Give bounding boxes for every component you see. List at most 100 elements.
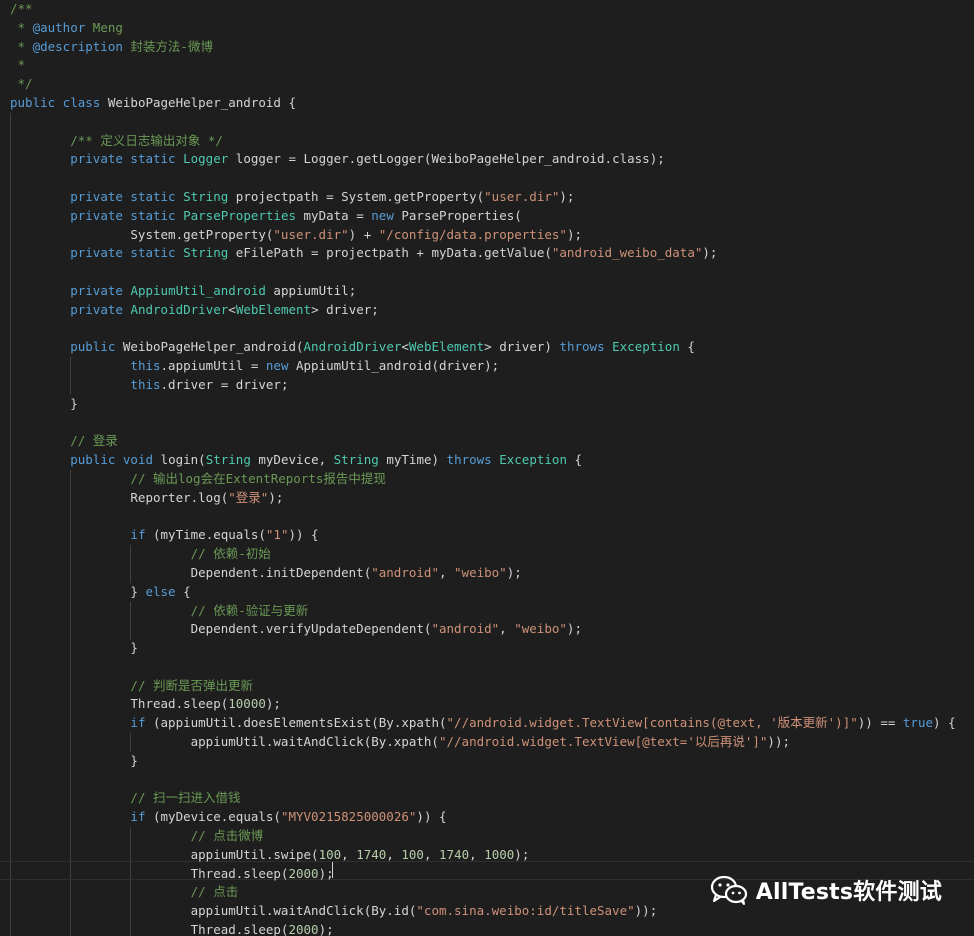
code-line[interactable] bbox=[10, 658, 974, 677]
code-line[interactable]: Thread.sleep(2000); bbox=[10, 921, 974, 936]
code-token: public bbox=[70, 339, 116, 355]
code-token: ); bbox=[559, 188, 575, 204]
code-line[interactable]: } bbox=[10, 752, 974, 771]
code-token: , bbox=[499, 621, 515, 637]
code-line[interactable]: if (appiumUtil.doesElementsExist(By.xpat… bbox=[10, 714, 974, 733]
code-line[interactable]: // 登录 bbox=[10, 432, 974, 451]
code-line[interactable]: if (myDevice.equals("MYV0215825000026"))… bbox=[10, 808, 974, 827]
code-token: throws bbox=[559, 339, 605, 355]
watermark-text: AllTests软件测试 bbox=[755, 880, 942, 905]
code-line[interactable]: this.driver = driver; bbox=[10, 376, 974, 395]
code-line[interactable]: // 判断是否弹出更新 bbox=[10, 677, 974, 696]
code-line[interactable]: public WeiboPageHelper_android(AndroidDr… bbox=[10, 338, 974, 357]
code-line[interactable]: Thread.sleep(10000); bbox=[10, 695, 974, 714]
code-line[interactable]: * @description 封装方法-微博 bbox=[10, 38, 974, 57]
code-token: "/config/data.properties" bbox=[378, 226, 567, 242]
code-token: "user.dir" bbox=[484, 188, 560, 204]
text-cursor bbox=[332, 862, 333, 878]
code-token: 1740 bbox=[439, 846, 470, 862]
code-line[interactable]: } else { bbox=[10, 583, 974, 602]
code-line[interactable] bbox=[10, 320, 974, 339]
code-line[interactable] bbox=[10, 263, 974, 282]
code-token: if bbox=[130, 527, 146, 543]
code-line[interactable]: // 点击微博 bbox=[10, 827, 974, 846]
code-token: "//android.widget.TextView[contains(@tex… bbox=[446, 715, 858, 731]
code-line[interactable]: } bbox=[10, 639, 974, 658]
code-line[interactable] bbox=[10, 771, 974, 790]
code-line[interactable]: // 依赖-验证与更新 bbox=[10, 602, 974, 621]
code-token: private static bbox=[70, 207, 176, 223]
code-line[interactable]: /** bbox=[10, 0, 974, 19]
code-token: ); bbox=[506, 564, 522, 580]
code-token: * bbox=[10, 19, 33, 35]
code-token: )) { bbox=[416, 809, 447, 825]
code-token: Logger bbox=[183, 151, 229, 167]
code-line[interactable]: private static Logger logger = Logger.ge… bbox=[10, 150, 974, 169]
code-token: 100 bbox=[318, 846, 342, 862]
code-token: private static bbox=[70, 188, 176, 204]
code-line[interactable]: * bbox=[10, 56, 974, 75]
code-line[interactable]: */ bbox=[10, 75, 974, 94]
code-line[interactable]: private static ParseProperties myData = … bbox=[10, 207, 974, 226]
code-line[interactable]: public void login(String myDevice, Strin… bbox=[10, 451, 974, 470]
code-token: appiumUtil.waitAndClick(By.id( bbox=[10, 903, 417, 919]
code-line[interactable]: // 输出log会在ExtentReports报告中提现 bbox=[10, 470, 974, 489]
code-token: @description bbox=[32, 38, 123, 54]
code-token: Thread.sleep( bbox=[10, 696, 229, 712]
code-line[interactable]: this.appiumUtil = new AppiumUtil_android… bbox=[10, 357, 974, 376]
code-line[interactable]: Dependent.initDependent("android", "weib… bbox=[10, 564, 974, 583]
code-token: (myDevice.equals( bbox=[145, 809, 281, 825]
code-line[interactable]: if (myTime.equals("1")) { bbox=[10, 526, 974, 545]
code-token: .driver = driver; bbox=[160, 376, 289, 392]
code-token: String bbox=[183, 245, 229, 261]
code-token: WebElement bbox=[408, 339, 485, 355]
code-token: // 依赖-验证与更新 bbox=[190, 602, 309, 618]
code-line[interactable]: public class WeiboPageHelper_android { bbox=[10, 94, 974, 113]
code-line[interactable] bbox=[10, 113, 974, 132]
code-token: < bbox=[401, 339, 409, 355]
code-token: true bbox=[902, 715, 934, 731]
code-line[interactable] bbox=[10, 508, 974, 527]
code-token: "android" bbox=[431, 621, 500, 637]
code-token: "weibo" bbox=[454, 564, 507, 580]
code-token: WebElement bbox=[235, 301, 312, 317]
code-line[interactable]: private static String eFilePath = projec… bbox=[10, 244, 974, 263]
code-token: "weibo" bbox=[514, 621, 567, 637]
code-token: Meng bbox=[85, 19, 123, 35]
code-token: { bbox=[566, 452, 583, 468]
code-line[interactable]: private AndroidDriver<WebElement> driver… bbox=[10, 301, 974, 320]
code-line[interactable]: } bbox=[10, 395, 974, 414]
code-lines[interactable]: /** * @author Meng * @description 封装方法-微… bbox=[10, 0, 974, 936]
code-line[interactable]: private static String projectpath = Syst… bbox=[10, 188, 974, 207]
code-line[interactable] bbox=[10, 169, 974, 188]
code-token: Thread.sleep( bbox=[10, 922, 289, 936]
code-token: @author bbox=[32, 19, 86, 35]
code-token: public class bbox=[10, 94, 101, 110]
code-line[interactable]: appiumUtil.swipe(100, 1740, 100, 1740, 1… bbox=[10, 846, 974, 865]
code-line[interactable]: /** 定义日志输出对象 */ bbox=[10, 132, 974, 151]
code-token: Exception bbox=[499, 452, 567, 468]
code-token: 封装方法-微博 bbox=[122, 38, 213, 54]
code-token: * bbox=[10, 38, 33, 54]
code-line[interactable]: // 扫一扫进入借钱 bbox=[10, 789, 974, 808]
code-line[interactable]: Reporter.log("登录"); bbox=[10, 489, 974, 508]
code-line[interactable]: System.getProperty("user.dir") + "/confi… bbox=[10, 226, 974, 245]
code-line[interactable]: appiumUtil.waitAndClick(By.xpath("//andr… bbox=[10, 733, 974, 752]
code-editor[interactable]: /** * @author Meng * @description 封装方法-微… bbox=[0, 0, 974, 936]
code-line[interactable] bbox=[10, 414, 974, 433]
code-token: AndroidDriver bbox=[130, 301, 229, 317]
code-token: login( bbox=[153, 452, 206, 468]
code-token: public void bbox=[70, 452, 154, 468]
code-line[interactable]: // 依赖-初始 bbox=[10, 545, 974, 564]
code-token: AndroidDriver bbox=[303, 339, 402, 355]
code-line[interactable]: Dependent.verifyUpdateDependent("android… bbox=[10, 620, 974, 639]
code-line[interactable]: * @author Meng bbox=[10, 19, 974, 38]
code-line[interactable]: private AppiumUtil_android appiumUtil; bbox=[10, 282, 974, 301]
